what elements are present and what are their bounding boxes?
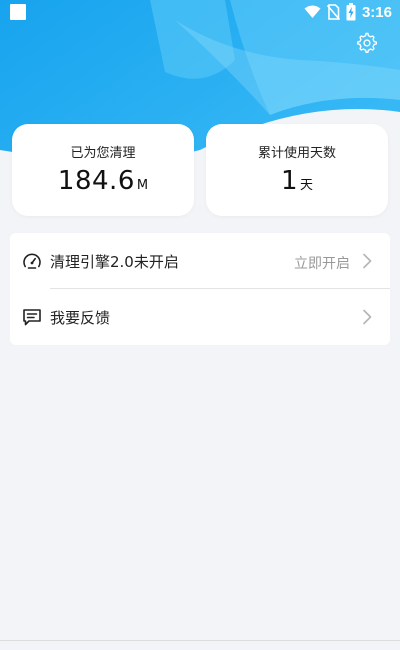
notification-square-icon (10, 4, 26, 20)
usage-days-unit: 天 (300, 178, 314, 193)
menu-item-label: 我要反馈 (50, 309, 111, 327)
gear-icon (356, 32, 378, 54)
no-sim-icon (326, 4, 340, 20)
chevron-right-icon (363, 253, 372, 269)
menu-item-feedback[interactable]: 我要反馈 (10, 289, 390, 345)
menu-item-clean-engine[interactable]: 清理引擎2.0未开启 立即开启 (10, 233, 390, 289)
usage-days-value-row: 1天 (206, 166, 388, 196)
menu-item-label: 清理引擎2.0未开启 (50, 253, 179, 271)
cleaned-unit: M (136, 178, 149, 193)
enable-now-link[interactable]: 立即开启 (294, 253, 350, 273)
speedometer-icon (23, 253, 41, 269)
cleaned-label: 已为您清理 (70, 146, 136, 161)
cleaned-value: 184.6 (57, 166, 135, 196)
battery-charging-icon (346, 3, 356, 21)
status-time: 3:16 (361, 3, 392, 21)
cleaned-value-row: 184.6 M (12, 166, 194, 196)
chevron-right-icon (363, 309, 372, 325)
status-icons: 3:16 (304, 2, 392, 22)
bottom-divider (0, 640, 400, 641)
usage-days-stat-card: 累计使用天数 1天 (206, 124, 388, 216)
feedback-message-icon (23, 309, 41, 326)
cleaned-stat-card: 已为您清理 184.6 M (12, 124, 194, 216)
menu-card: 清理引擎2.0未开启 立即开启 我要反馈 (10, 233, 390, 345)
usage-days-value: 1 (280, 166, 299, 196)
settings-button[interactable] (356, 32, 378, 54)
status-bar: 3:16 (0, 0, 400, 24)
wifi-icon (304, 5, 321, 18)
usage-days-label: 累计使用天数 (257, 146, 336, 161)
